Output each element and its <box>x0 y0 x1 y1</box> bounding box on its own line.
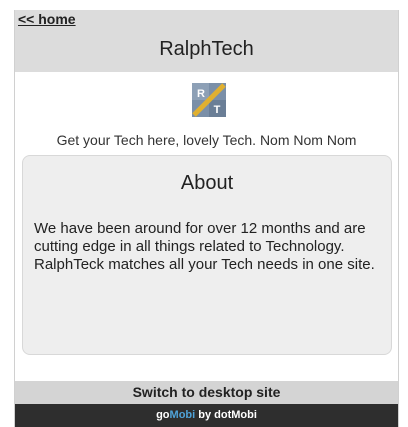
logo-letter-t: T <box>214 104 221 116</box>
footer-mobi: Mobi <box>169 409 196 421</box>
about-title: About <box>180 172 234 194</box>
site-title: RalphTech <box>159 38 254 60</box>
about-text: We have been around for over 12 months a… <box>34 220 375 273</box>
footer-by: by dotMobi <box>195 409 257 421</box>
tagline: Get your Tech here, lovely Tech. Nom Nom… <box>56 132 357 148</box>
ralphtech-logo-icon: R T <box>192 83 226 117</box>
page-header: << home RalphTech <box>15 10 398 72</box>
footer-go: go <box>156 409 170 421</box>
about-section: About We have been around for over 12 mo… <box>22 155 392 355</box>
footer-credit: goMobi by dotMobi <box>15 404 398 427</box>
mobile-page: << home RalphTech R T Get your Tech here… <box>14 10 399 427</box>
logo-letter-r: R <box>197 88 205 100</box>
home-link[interactable]: << home <box>18 11 76 27</box>
switch-to-desktop-button[interactable]: Switch to desktop site <box>15 381 398 404</box>
